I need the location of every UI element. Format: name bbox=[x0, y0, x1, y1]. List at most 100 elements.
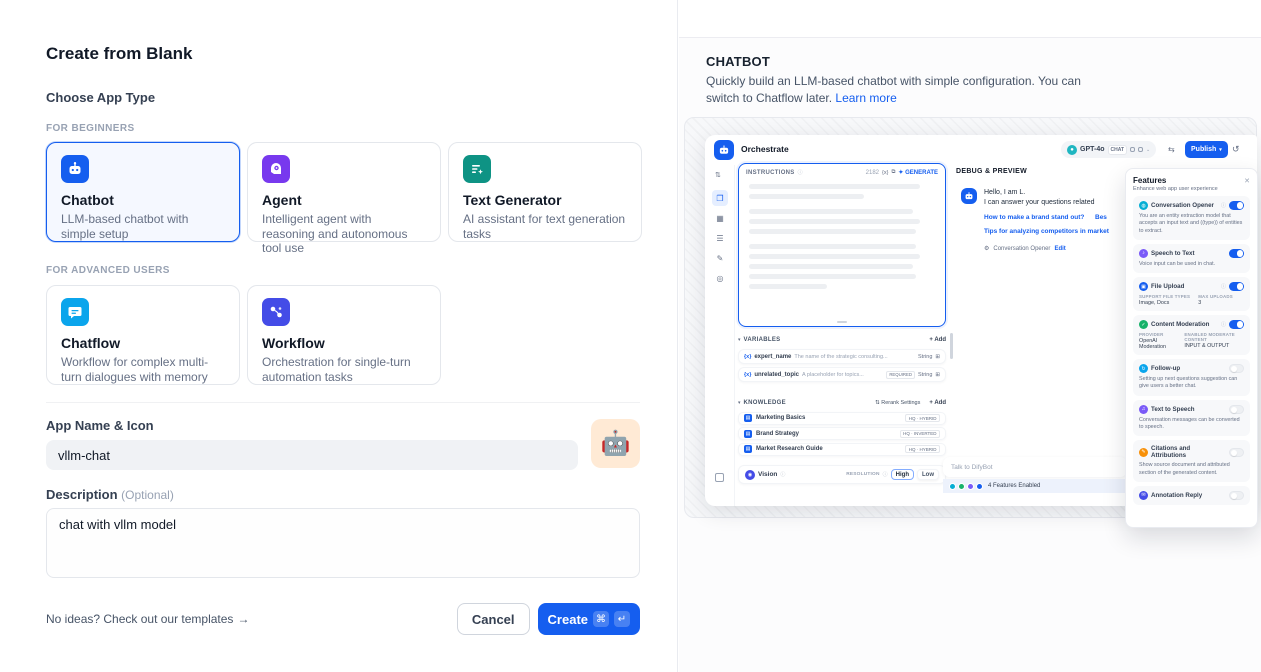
collapse-panel-icon[interactable] bbox=[715, 473, 724, 482]
feature-toggle[interactable] bbox=[1229, 320, 1244, 329]
feature-toggle[interactable] bbox=[1229, 491, 1244, 500]
vision-row: ◉ Vision ⓘ RESOLUTION ⓘ High Low bbox=[738, 465, 946, 484]
feature-toggle[interactable] bbox=[1229, 249, 1244, 258]
instructions-panel[interactable]: INSTRUCTIONS ⓘ 2182 {x} ⧉ ✦ GENERATE bbox=[738, 163, 946, 327]
feature-toggle[interactable] bbox=[1229, 201, 1244, 210]
card-desc: Intelligent agent with reasoning and aut… bbox=[262, 212, 426, 256]
feature-toggle[interactable] bbox=[1229, 364, 1244, 373]
app-type-card-chatflow[interactable]: Chatflow Workflow for complex multi-turn… bbox=[46, 285, 240, 385]
file-upload-icon: ▣ bbox=[1139, 282, 1148, 291]
follow-up-icon: ↻ bbox=[1139, 364, 1148, 373]
advanced-app-cards: Chatflow Workflow for complex multi-turn… bbox=[46, 285, 441, 385]
description-textarea[interactable]: chat with vllm model bbox=[46, 508, 640, 578]
tune-icon[interactable]: ⇆ bbox=[1168, 145, 1175, 154]
orchestrate-screenshot: Orchestrate ● GPT-4o CHAT ⌄ ⇆ Publish ▾ … bbox=[705, 135, 1257, 506]
chat-input[interactable]: Talk to DifyBot bbox=[943, 457, 1127, 477]
info-icon: ⓘ bbox=[1221, 283, 1226, 290]
app-name-label: App Name & Icon bbox=[46, 418, 154, 433]
card-title: Workflow bbox=[262, 335, 426, 351]
add-variable-button[interactable]: + Add bbox=[929, 337, 946, 343]
card-desc: LLM-based chatbot with simple setup bbox=[61, 212, 225, 241]
create-app-modal: Create from Blank Choose App Type FOR BE… bbox=[0, 0, 1261, 672]
suggested-question[interactable]: How to make a brand stand out? bbox=[984, 214, 1084, 221]
scrollbar-thumb[interactable] bbox=[950, 333, 953, 359]
history-icon[interactable]: ↺ bbox=[1232, 144, 1240, 155]
cmd-key-icon: ⌘ bbox=[593, 611, 609, 627]
chevron-down-icon: ▾ bbox=[1219, 147, 1222, 153]
variables-section: ▾ VARIABLES + Add {x} expert_name The na… bbox=[738, 333, 946, 382]
agent-icon bbox=[262, 155, 290, 183]
knowledge-row[interactable]: ▤ Brand Strategy HQ · INVERTED bbox=[738, 427, 946, 440]
preview-heading: CHATBOT bbox=[706, 54, 770, 69]
annotation-reply-icon: ✉ bbox=[1139, 491, 1148, 500]
app-type-card-agent[interactable]: Agent Intelligent agent with reasoning a… bbox=[247, 142, 441, 242]
beginner-app-cards: Chatbot LLM-based chatbot with simple se… bbox=[46, 142, 642, 242]
variable-row[interactable]: {x} expert_name The name of the strategi… bbox=[738, 349, 946, 364]
choose-app-type-label: Choose App Type bbox=[46, 90, 155, 105]
resolution-low-option[interactable]: Low bbox=[917, 469, 939, 480]
right-topbar bbox=[679, 0, 1261, 38]
preview-image-container: Orchestrate ● GPT-4o CHAT ⌄ ⇆ Publish ▾ … bbox=[684, 117, 1257, 518]
resize-handle[interactable] bbox=[837, 321, 847, 323]
add-knowledge-button[interactable]: + Add bbox=[929, 400, 946, 406]
app-type-card-chatbot[interactable]: Chatbot LLM-based chatbot with simple se… bbox=[46, 142, 240, 242]
feature-dot-icon bbox=[976, 483, 983, 490]
card-desc: AI assistant for text generation tasks bbox=[463, 212, 627, 241]
arrow-right-icon: → bbox=[237, 612, 249, 626]
preview-panel: CHATBOT Quickly build an LLM-based chatb… bbox=[679, 0, 1261, 672]
feature-toggle[interactable] bbox=[1229, 448, 1244, 457]
feature-item: ◍ Conversation Opener ⓘ You are an entit… bbox=[1133, 196, 1250, 240]
resolution-high-option[interactable]: High bbox=[891, 469, 914, 480]
feature-toggle[interactable] bbox=[1229, 405, 1244, 414]
edit-opener-button[interactable]: Edit bbox=[1054, 246, 1065, 252]
features-enabled-bar[interactable]: 4 Features Enabled bbox=[943, 479, 1127, 493]
feature-dot-icon bbox=[949, 483, 956, 490]
rail-settings-icon[interactable]: ◎ bbox=[712, 270, 728, 286]
knowledge-row[interactable]: ▤ Market Research Guide HQ · HYBRID bbox=[738, 443, 946, 456]
publish-button[interactable]: Publish ▾ bbox=[1185, 141, 1228, 158]
rail-image-icon[interactable]: ▦ bbox=[712, 210, 728, 226]
collapse-rail-icon[interactable]: ⇅ bbox=[715, 171, 721, 179]
page-title: Create from Blank bbox=[46, 44, 192, 64]
variable-row[interactable]: {x} unrelated_topic A placeholder for to… bbox=[738, 367, 946, 382]
feature-item: ♫ Text to Speech Conversation messages c… bbox=[1133, 400, 1250, 437]
optional-hint: (Optional) bbox=[121, 488, 174, 502]
retrieval-tag: HQ · INVERTED bbox=[900, 430, 940, 438]
feature-dot-icon bbox=[958, 483, 965, 490]
chevron-down-icon[interactable]: ▾ bbox=[738, 337, 741, 343]
learn-more-link[interactable]: Learn more bbox=[835, 91, 896, 105]
card-desc: Orchestration for single-turn automation… bbox=[262, 355, 426, 384]
rail-orchestrate-icon[interactable]: ❐ bbox=[712, 190, 728, 206]
chevron-down-icon: ⌄ bbox=[1146, 147, 1150, 153]
variable-icon[interactable]: {x} bbox=[882, 170, 888, 176]
chevron-down-icon[interactable]: ▾ bbox=[738, 400, 741, 406]
content-moderation-icon: ✓ bbox=[1139, 320, 1148, 329]
app-name-input[interactable] bbox=[46, 440, 578, 470]
create-button[interactable]: Create ⌘ ↵ bbox=[538, 603, 640, 635]
knowledge-row[interactable]: ▤ Marketing Basics HQ · HYBRID bbox=[738, 412, 946, 425]
model-param-icon bbox=[1138, 147, 1143, 152]
rail-docs-icon[interactable]: ☰ bbox=[712, 230, 728, 246]
knowledge-doc-icon: ▤ bbox=[744, 414, 752, 422]
templates-link[interactable]: No ideas? Check out our templates→ bbox=[46, 612, 249, 626]
feature-item: ♪ Speech to Text Voice input can be used… bbox=[1133, 244, 1250, 273]
feature-toggle[interactable] bbox=[1229, 282, 1244, 291]
create-from-blank-panel: Create from Blank Choose App Type FOR BE… bbox=[0, 0, 678, 672]
cancel-button[interactable]: Cancel bbox=[457, 603, 530, 635]
model-selector[interactable]: ● GPT-4o CHAT ⌄ bbox=[1061, 141, 1156, 158]
app-type-card-workflow[interactable]: Workflow Orchestration for single-turn a… bbox=[247, 285, 441, 385]
rail-notes-icon[interactable]: ✎ bbox=[712, 250, 728, 266]
suggested-question[interactable]: Bes bbox=[1095, 214, 1107, 221]
feature-item: ✉ Annotation Reply bbox=[1133, 486, 1250, 505]
close-icon[interactable]: ✕ bbox=[1244, 177, 1250, 185]
copy-icon[interactable]: ⧉ bbox=[891, 169, 895, 176]
card-desc: Workflow for complex multi-turn dialogue… bbox=[61, 355, 225, 384]
suggested-question[interactable]: Tips for analyzing competitors in market bbox=[984, 228, 1109, 235]
info-icon: ⓘ bbox=[798, 169, 803, 176]
app-type-card-text-generator[interactable]: Text Generator AI assistant for text gen… bbox=[448, 142, 642, 242]
bot-greeting-line2: I can answer your questions related bbox=[984, 199, 1095, 206]
rerank-settings-button[interactable]: ⇅ Rerank Settings bbox=[875, 400, 920, 406]
feature-item: ✓ Content Moderation ⓘ PROVIDEROpenAI Mo… bbox=[1133, 315, 1250, 355]
generate-button[interactable]: ✦ GENERATE bbox=[898, 169, 938, 176]
app-icon-picker[interactable]: 🤖 bbox=[591, 419, 640, 468]
